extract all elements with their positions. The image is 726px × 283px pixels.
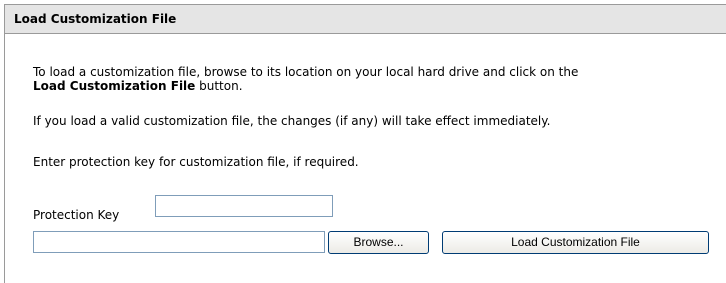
protection-key-label: Protection Key: [33, 208, 120, 222]
load-customization-file-button[interactable]: Load Customization File: [442, 231, 709, 254]
instruction-line-1: To load a customization file, browse to …: [33, 65, 579, 79]
valid-file-note: If you load a valid customization file, …: [33, 114, 551, 128]
panel-title: Load Customization File: [14, 12, 177, 26]
protection-key-note: Enter protection key for customization f…: [33, 155, 359, 169]
instruction-bold-text: Load Customization File: [33, 79, 196, 93]
protection-key-input[interactable]: [155, 195, 333, 217]
browse-button[interactable]: Browse...: [328, 231, 429, 254]
panel-header: Load Customization File: [5, 5, 726, 34]
file-path-input[interactable]: [33, 231, 325, 253]
load-customization-panel: Load Customization File To load a custom…: [4, 4, 726, 283]
instruction-line-2: Load Customization File button.: [33, 79, 243, 93]
instruction-suffix-text: button.: [195, 79, 243, 93]
